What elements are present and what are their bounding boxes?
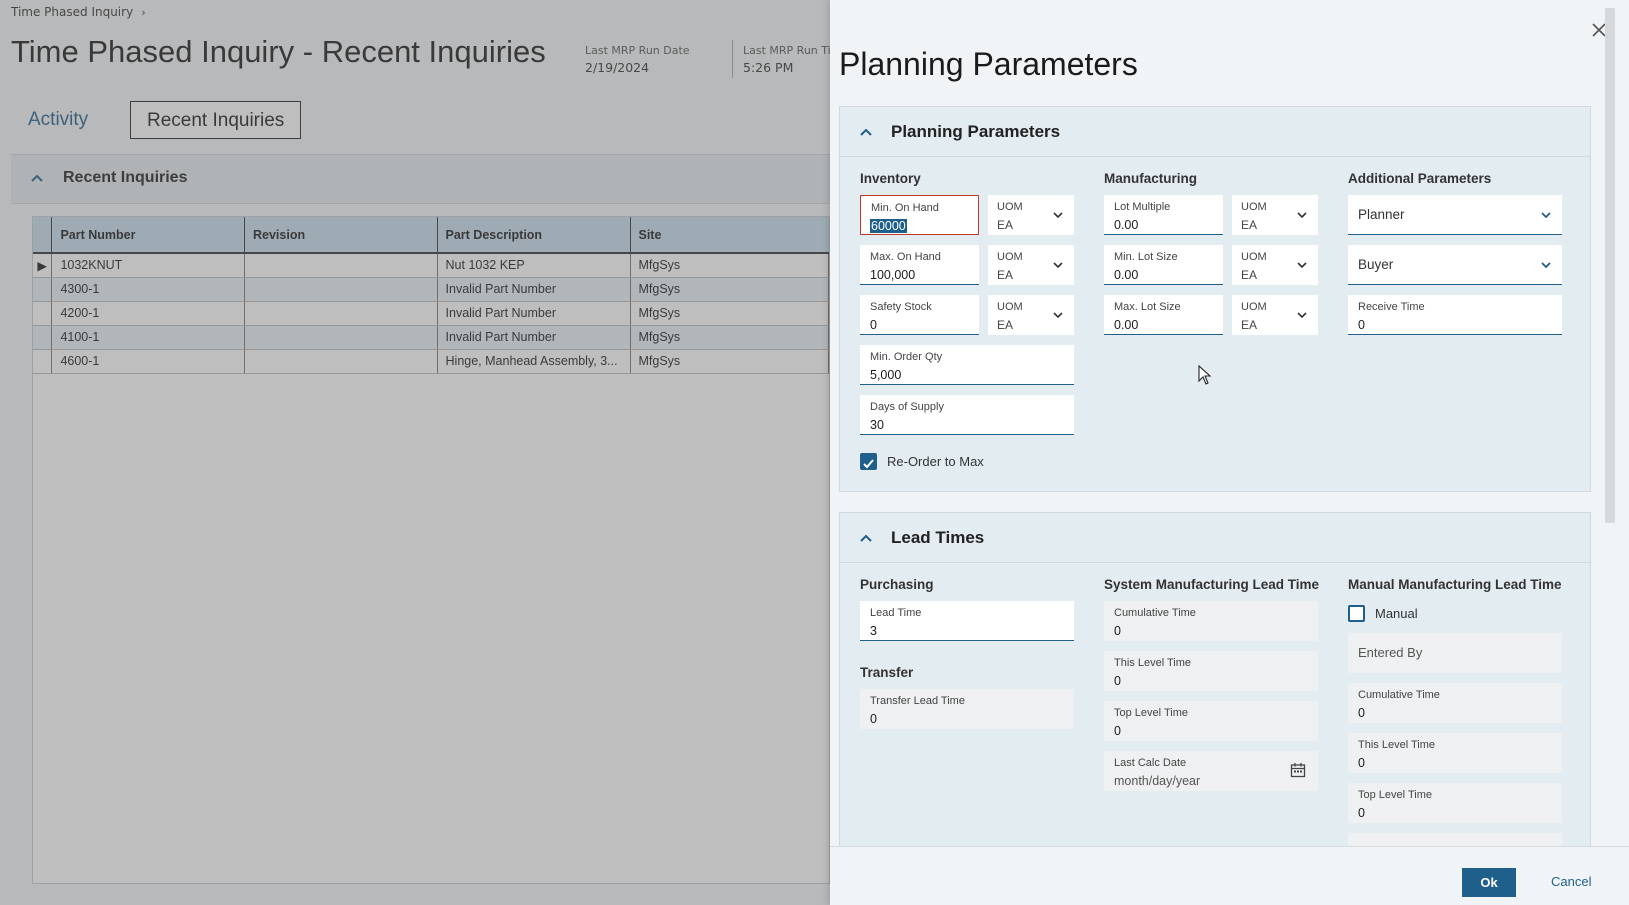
checkmark-icon	[863, 459, 874, 469]
additional-parameters-header: Additional Parameters	[1348, 171, 1492, 186]
panel-title: Planning Parameters	[839, 46, 1138, 82]
man-last-calc-date-field	[1348, 833, 1562, 846]
man-cumulative-time-field: Cumulative Time 0	[1348, 683, 1562, 723]
inventory-header: Inventory	[860, 171, 921, 186]
man-top-level-time-field: Top Level Time 0	[1348, 783, 1562, 823]
last-calc-date-field: Last Calc Date month/day/year	[1104, 751, 1318, 791]
uom-dropdown-max-lot-size[interactable]: UOM EA	[1232, 295, 1318, 335]
safety-stock-field[interactable]: Safety Stock 0	[860, 295, 979, 335]
cancel-button[interactable]: Cancel	[1551, 874, 1591, 889]
lead-times-header[interactable]: Lead Times	[840, 513, 1590, 563]
manual-label: Manual	[1375, 606, 1418, 621]
max-on-hand-field[interactable]: Max. On Hand 100,000	[860, 245, 979, 285]
entered-by-field: Entered By	[1348, 633, 1562, 673]
chevron-down-icon	[1541, 212, 1551, 219]
lead-times-card: Lead Times Purchasing System Manufacturi…	[839, 512, 1591, 846]
manufacturing-header: Manufacturing	[1104, 171, 1197, 186]
chevron-up-icon[interactable]	[858, 124, 874, 140]
scrollbar-thumb[interactable]	[1605, 8, 1615, 523]
man-this-level-time-field: This Level Time 0	[1348, 733, 1562, 773]
transfer-header: Transfer	[860, 665, 914, 680]
sys-cumulative-time-field: Cumulative Time 0	[1104, 601, 1318, 641]
chevron-down-icon	[1053, 262, 1063, 269]
planner-dropdown[interactable]: Planner	[1348, 195, 1562, 235]
chevron-down-icon	[1297, 312, 1307, 319]
uom-dropdown-safety-stock[interactable]: UOM EA	[988, 295, 1074, 335]
lead-time-field[interactable]: Lead Time 3	[860, 601, 1074, 641]
sys-top-level-time-field: Top Level Time 0	[1104, 701, 1318, 741]
days-of-supply-field[interactable]: Days of Supply 30	[860, 395, 1074, 435]
min-lot-size-field[interactable]: Min. Lot Size 0.00	[1104, 245, 1223, 285]
background-page: Time Phased Inquiry › Time Phased Inquiry…	[0, 0, 831, 905]
modal-overlay[interactable]	[0, 0, 830, 905]
system-mfg-lead-time-header: System Manufacturing Lead Time	[1104, 577, 1320, 592]
chevron-down-icon	[1053, 212, 1063, 219]
chevron-down-icon	[1297, 212, 1307, 219]
purchasing-header: Purchasing	[860, 577, 934, 592]
reorder-to-max-checkbox[interactable]	[860, 453, 877, 470]
uom-dropdown-min-on-hand[interactable]: UOM EA	[988, 195, 1074, 235]
reorder-to-max-label: Re-Order to Max	[887, 454, 984, 469]
chevron-down-icon	[1053, 312, 1063, 319]
calendar-icon[interactable]	[1290, 762, 1306, 778]
buyer-dropdown[interactable]: Buyer	[1348, 245, 1562, 285]
planning-parameters-panel: Planning Parameters Planning Parameters …	[830, 0, 1629, 905]
chevron-down-icon	[1541, 262, 1551, 269]
chevron-up-icon[interactable]	[858, 530, 874, 546]
card-title: Lead Times	[891, 528, 985, 547]
card-title: Planning Parameters	[891, 122, 1061, 141]
mouse-cursor-icon	[1198, 365, 1212, 385]
lot-multiple-field[interactable]: Lot Multiple 0.00	[1104, 195, 1223, 235]
manual-checkbox[interactable]	[1348, 605, 1365, 622]
chevron-down-icon	[1297, 262, 1307, 269]
uom-dropdown-max-on-hand[interactable]: UOM EA	[988, 245, 1074, 285]
ok-button[interactable]: Ok	[1462, 868, 1516, 897]
manual-mfg-lead-time-header: Manual Manufacturing Lead Time	[1348, 577, 1562, 592]
min-on-hand-field[interactable]: Min. On Hand 60000	[860, 195, 979, 235]
panel-footer: Ok Cancel	[830, 846, 1629, 905]
planning-parameters-header[interactable]: Planning Parameters	[840, 107, 1590, 157]
sys-this-level-time-field: This Level Time 0	[1104, 651, 1318, 691]
min-order-qty-field[interactable]: Min. Order Qty 5,000	[860, 345, 1074, 385]
transfer-lead-time-field: Transfer Lead Time 0	[860, 689, 1074, 729]
scrollbar[interactable]	[1603, 8, 1617, 848]
panel-scroll-area: Planning Parameters Inventory Manufactur…	[839, 106, 1591, 846]
max-lot-size-field[interactable]: Max. Lot Size 0.00	[1104, 295, 1223, 335]
receive-time-field[interactable]: Receive Time 0	[1348, 295, 1562, 335]
uom-dropdown-min-lot-size[interactable]: UOM EA	[1232, 245, 1318, 285]
planning-parameters-card: Planning Parameters Inventory Manufactur…	[839, 106, 1591, 492]
uom-dropdown-lot-multiple[interactable]: UOM EA	[1232, 195, 1318, 235]
